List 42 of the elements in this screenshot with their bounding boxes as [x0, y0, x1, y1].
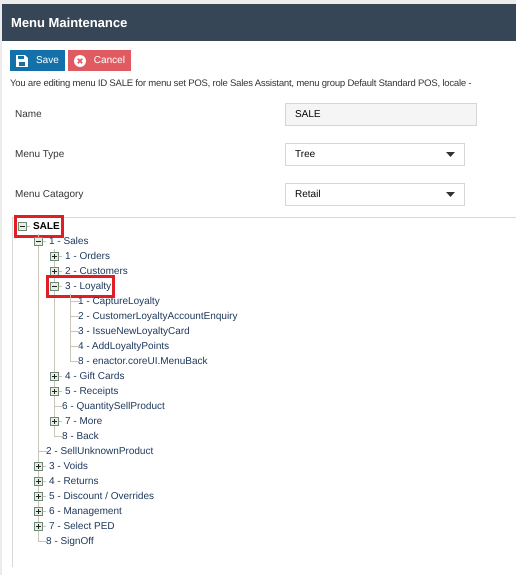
expand-icon[interactable] — [50, 372, 59, 382]
expand-icon[interactable] — [34, 477, 43, 486]
tree-item[interactable]: 2 - CustomerLoyaltyAccountEnquiry — [78, 309, 238, 324]
tree-item[interactable]: 2 - SellUnknownProduct — [46, 444, 154, 460]
tree-item[interactable]: 7 - Select PED — [49, 519, 115, 534]
cancel-button[interactable]: Cancel — [68, 50, 131, 71]
tree-item[interactable]: 6 - Management — [49, 504, 122, 520]
dropdown-caret-icon — [446, 192, 455, 198]
expand-icon[interactable] — [34, 507, 43, 516]
collapse-icon[interactable] — [50, 282, 59, 292]
tree-item[interactable]: 5 - Discount / Overrides — [49, 489, 154, 504]
expand-icon[interactable] — [50, 387, 59, 396]
tree-item[interactable]: 5 - Receipts — [65, 384, 118, 400]
field-label: Menu Catagory — [15, 188, 84, 202]
save-button[interactable]: Save — [10, 50, 65, 71]
name-field[interactable]: SALE — [285, 103, 477, 126]
tree-item[interactable]: 3 - IssueNewLoyaltyCard — [78, 324, 190, 340]
tree-item[interactable]: 1 - Orders — [65, 249, 110, 264]
info-text: You are editing menu ID SALE for menu set POS, role Sales Assistant, menu group Default Standard POS, locale - — [9, 77, 472, 91]
tree-item[interactable]: SALE — [33, 219, 60, 234]
select-field[interactable]: Retail — [285, 183, 465, 206]
field-label: Menu Type — [15, 148, 66, 162]
tree-item[interactable]: 4 - Returns — [49, 474, 98, 490]
collapse-icon[interactable] — [18, 222, 27, 232]
expand-icon[interactable] — [34, 462, 43, 472]
tree-item[interactable]: 1 - Sales — [49, 234, 88, 250]
expand-icon[interactable] — [50, 417, 59, 426]
expand-icon[interactable] — [34, 492, 43, 502]
select-field[interactable]: Tree — [285, 143, 465, 166]
tree-item[interactable]: 4 - Gift Cards — [65, 369, 124, 384]
field-label: Name — [15, 108, 43, 122]
tree-item[interactable]: 3 - Loyalty — [65, 279, 112, 294]
tree-item[interactable]: 2 - Customers — [65, 264, 128, 280]
dropdown-caret-icon — [446, 152, 455, 158]
expand-icon[interactable] — [50, 252, 59, 262]
close-icon — [74, 54, 86, 66]
tree-item[interactable]: 3 - Voids — [49, 459, 88, 474]
expand-icon[interactable] — [34, 522, 43, 532]
collapse-icon[interactable] — [34, 237, 43, 246]
tree-item[interactable]: 1 - CaptureLoyalty — [78, 294, 160, 310]
window-title: Menu Maintenance — [11, 14, 128, 32]
tree-item[interactable]: 7 - More — [65, 414, 102, 430]
